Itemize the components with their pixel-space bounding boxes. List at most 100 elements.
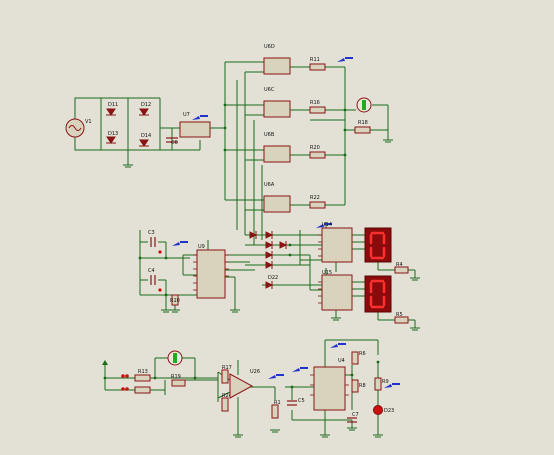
- label-u6a: U6A: [264, 182, 275, 188]
- label-u15: U15: [322, 270, 332, 276]
- decoder-ic-u15[interactable]: U15: [318, 270, 353, 311]
- resistor-r1[interactable]: [271, 404, 279, 419]
- wires: [74, 61, 416, 435]
- resistor[interactable]: [171, 379, 186, 387]
- diode-d11[interactable]: [106, 108, 116, 116]
- resistor-r18[interactable]: [354, 126, 371, 134]
- ground-symbol: [410, 327, 420, 331]
- label-d12: D12: [141, 102, 151, 108]
- input-terminal-icon[interactable]: [102, 360, 108, 365]
- label-d22: D22: [268, 275, 278, 281]
- comparator-u6d[interactable]: U6D: [263, 44, 291, 75]
- diode[interactable]: [249, 231, 258, 239]
- resistor-r17[interactable]: [221, 369, 229, 384]
- diode[interactable]: [265, 251, 274, 259]
- ground-symbol: [123, 164, 133, 168]
- diode[interactable]: [265, 231, 274, 239]
- diode-d13[interactable]: [106, 136, 116, 144]
- resistor-r16[interactable]: [309, 106, 326, 114]
- label-r16: R16: [310, 100, 320, 106]
- resistor-r11[interactable]: [309, 63, 326, 71]
- timer-ic-u9[interactable]: U9: [193, 244, 229, 299]
- comparator-u6a[interactable]: U6A: [263, 182, 291, 213]
- label-r19: R19: [171, 374, 181, 380]
- label-r17: R17: [222, 365, 232, 371]
- label-c7: C7: [352, 412, 359, 418]
- diode[interactable]: [265, 241, 274, 249]
- label-u6b: U6B: [264, 132, 275, 138]
- resistor-r20[interactable]: [309, 151, 326, 159]
- red-marker-icon: [158, 250, 162, 292]
- label-r4: R4: [396, 262, 403, 268]
- ground-symbol: [331, 317, 341, 321]
- capacitor-c3[interactable]: [150, 237, 156, 247]
- label-d14: D14: [141, 133, 151, 139]
- resistor-r9[interactable]: [374, 377, 382, 391]
- voltage-probe-icon[interactable]: [292, 367, 308, 372]
- resistor-r22[interactable]: [309, 201, 326, 209]
- seven-segment-display-1[interactable]: [364, 227, 392, 263]
- diode[interactable]: [265, 261, 274, 269]
- label-d11: D11: [108, 102, 118, 108]
- label-u7: U7: [183, 112, 190, 118]
- label-c6: C6: [171, 140, 178, 146]
- resistor-r24[interactable]: [221, 397, 229, 412]
- label-u26: U26: [250, 369, 260, 375]
- voltage-probe-icon[interactable]: [268, 374, 284, 379]
- label-r11: R11: [310, 57, 320, 63]
- ground-symbol: [347, 427, 357, 431]
- label-c3: C3: [148, 230, 155, 236]
- seven-segment-display-2[interactable]: [364, 275, 392, 313]
- label-d23: D23: [384, 408, 394, 414]
- ground-symbol: [320, 434, 330, 438]
- diode[interactable]: [279, 241, 288, 249]
- label-u4: U4: [338, 358, 345, 364]
- resistor-r19[interactable]: [134, 386, 151, 394]
- voltage-probe-icon[interactable]: [330, 343, 346, 348]
- ground-symbol: [233, 434, 243, 438]
- label-r18: R18: [358, 120, 368, 126]
- meter-icon[interactable]: [167, 350, 183, 366]
- diode-d12[interactable]: [139, 108, 149, 116]
- ground-symbol: [270, 429, 280, 433]
- label-r5: R5: [396, 312, 403, 318]
- voltage-probe-icon[interactable]: [337, 57, 353, 62]
- capacitor-c5[interactable]: [287, 400, 297, 406]
- led-d23[interactable]: D23: [373, 405, 395, 415]
- label-r1: R1: [274, 400, 281, 406]
- ground-symbol: [410, 277, 420, 281]
- label-u6d: U6D: [264, 44, 275, 50]
- timer-ic-u4[interactable]: U4: [310, 358, 349, 411]
- voltage-probe-icon[interactable]: [172, 241, 188, 246]
- label-c4: C4: [148, 268, 155, 274]
- label-d13: D13: [108, 131, 118, 137]
- label-u9: U9: [198, 244, 205, 250]
- label-u14: U14: [322, 222, 332, 228]
- resistor-r13[interactable]: [134, 374, 151, 382]
- comparator-u6b[interactable]: U6B: [263, 132, 291, 163]
- decoder-ic-u14[interactable]: U14: [318, 222, 353, 263]
- label-r10: R10: [170, 298, 180, 304]
- label-r9: R9: [382, 379, 389, 385]
- resistor-r8[interactable]: [351, 379, 359, 393]
- label-r13: R13: [138, 369, 148, 375]
- op-amp-u26[interactable]: U26: [229, 369, 260, 399]
- comparator-u6c[interactable]: U6C: [263, 87, 291, 118]
- ground-symbol: [383, 139, 393, 143]
- resistor-r6[interactable]: [351, 351, 359, 365]
- schematic-canvas: V1 D11 D12 D13 D14 C6 U7 U6D U6C U6B U6A…: [65, 44, 420, 438]
- label-u6c: U6C: [264, 87, 275, 93]
- meter-icon[interactable]: [356, 97, 372, 113]
- label-r8: R8: [359, 383, 366, 389]
- label-r20: R20: [310, 145, 320, 151]
- capacitor-c4[interactable]: [150, 275, 156, 285]
- label-v1: V1: [85, 119, 92, 125]
- voltage-probe-icon[interactable]: [192, 115, 208, 120]
- ground-symbol: [373, 434, 383, 438]
- ground-symbol: [170, 309, 180, 313]
- ground-symbol: [230, 309, 240, 313]
- diode-d22[interactable]: [265, 281, 274, 289]
- label-r22: R22: [310, 195, 320, 201]
- ac-source-v1[interactable]: V1: [65, 118, 92, 138]
- diode-d14[interactable]: [139, 139, 149, 147]
